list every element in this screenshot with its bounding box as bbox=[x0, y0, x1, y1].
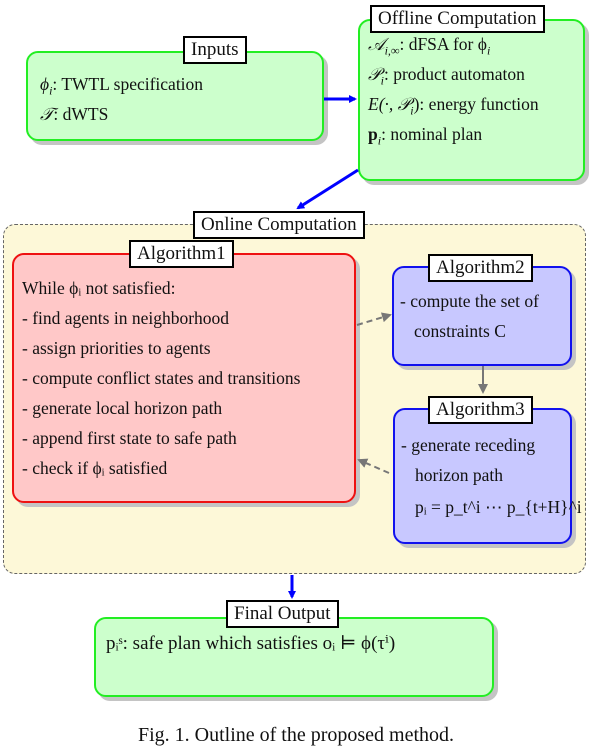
algorithm1-line: - append first state to safe path bbox=[22, 428, 237, 448]
algorithm3-line: horizon path bbox=[415, 465, 503, 485]
algorithm2-title: Algorithm2 bbox=[428, 254, 533, 282]
online-computation-title: Online Computation bbox=[193, 211, 365, 239]
offline-line-4: pi: nominal plan bbox=[368, 124, 483, 148]
algorithm3-box: - generate receding horizon path pᵢ = p_… bbox=[393, 408, 582, 544]
algorithm1-title: Algorithm1 bbox=[129, 240, 234, 268]
algorithm3-line: - generate receding bbox=[401, 435, 536, 455]
algorithm1-line: - generate local horizon path bbox=[22, 398, 223, 418]
inputs-box: ϕi: TWTL specification 𝒯: dWTS bbox=[26, 51, 324, 141]
figure-caption: Fig. 1. Outline of the proposed method. bbox=[137, 724, 455, 746]
offline-computation-title: Offline Computation bbox=[370, 5, 545, 33]
algorithm2-line: - compute the set of bbox=[400, 291, 539, 311]
algorithm1-line: While ϕᵢ not satisfied: bbox=[22, 278, 176, 298]
final-output-box: pᵢˢ: safe plan which satisfies oᵢ ⊨ ϕ(τⁱ… bbox=[94, 617, 494, 697]
inputs-title: Inputs bbox=[183, 36, 247, 64]
algorithm3-title: Algorithm3 bbox=[428, 396, 533, 424]
algorithm1-line: - find agents in neighborhood bbox=[22, 308, 230, 328]
final-output-line: pᵢˢ: safe plan which satisfies oᵢ ⊨ ϕ(τⁱ… bbox=[106, 633, 396, 654]
algorithm2-line: constraints C bbox=[414, 321, 506, 341]
algorithm1-line: - assign priorities to agents bbox=[22, 338, 211, 358]
algorithm3-line: pᵢ = p_t^i ⋯ p_{t+H}^i bbox=[415, 497, 582, 517]
algorithm1-line: - check if ϕᵢ satisfied bbox=[22, 458, 168, 478]
algorithm1-line: - compute conflict states and transition… bbox=[22, 368, 301, 388]
algorithm1-box: While ϕᵢ not satisfied: - find agents in… bbox=[12, 253, 356, 503]
arrow-offline-to-online bbox=[296, 168, 359, 210]
final-output-title: Final Output bbox=[226, 600, 339, 628]
inputs-line-2: 𝒯: dWTS bbox=[40, 104, 109, 124]
offline-computation-box: 𝒜i,∞: dFSA for ϕi 𝒫i: product automaton … bbox=[358, 19, 585, 181]
